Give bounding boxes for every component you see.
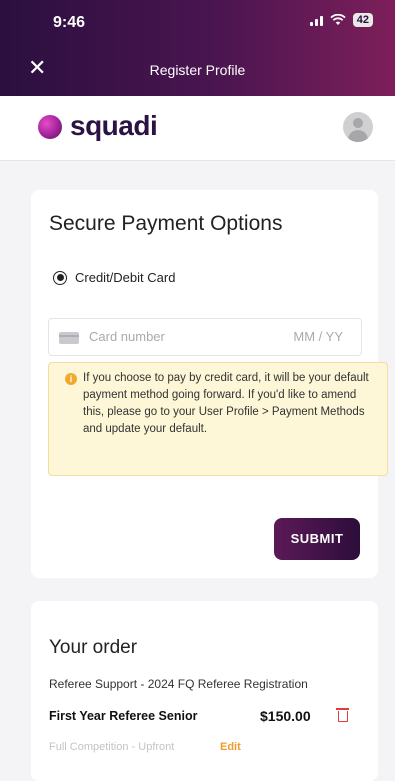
status-icons: 42 xyxy=(309,13,373,27)
notice-text: If you choose to pay by credit card, it … xyxy=(83,372,369,435)
card-number-input[interactable]: Card number MM / YY xyxy=(48,318,362,356)
squadi-logo-icon xyxy=(38,115,62,139)
order-item-price: $150.00 xyxy=(260,708,311,724)
order-item-name: First Year Referee Senior xyxy=(49,709,198,723)
order-description: Referee Support - 2024 FQ Referee Regist… xyxy=(49,677,308,691)
submit-button[interactable]: SUBMIT xyxy=(274,518,360,560)
payment-options-card: Secure Payment Options Credit/Debit Card… xyxy=(31,190,388,578)
brand-bar: squadi xyxy=(0,96,395,161)
edit-link[interactable]: Edit xyxy=(220,741,241,753)
order-summary-card: Your order Referee Support - 2024 FQ Ref… xyxy=(31,601,378,781)
order-title: Your order xyxy=(49,637,138,658)
app-header: 9:46 42 ✕ Register Profile xyxy=(0,0,395,96)
payment-option-label: Credit/Debit Card xyxy=(75,270,176,285)
card-number-placeholder: Card number xyxy=(89,329,165,344)
expiry-input[interactable]: MM / YY xyxy=(293,329,343,344)
credit-card-icon xyxy=(59,332,79,344)
payment-title: Secure Payment Options xyxy=(49,212,283,235)
user-avatar-icon[interactable] xyxy=(343,112,373,142)
info-icon: i xyxy=(65,373,77,385)
payment-notice: i If you choose to pay by credit card, i… xyxy=(48,362,388,476)
status-time: 9:46 xyxy=(53,14,86,31)
wifi-icon xyxy=(330,14,346,25)
card-payment-option[interactable]: Credit/Debit Card xyxy=(53,270,175,285)
page-title: Register Profile xyxy=(149,62,246,78)
trash-icon[interactable] xyxy=(336,708,349,722)
order-payment-type: Full Competition - Upfront xyxy=(49,741,175,753)
radio-selected-icon[interactable] xyxy=(53,270,67,285)
battery-icon: 42 xyxy=(352,13,373,27)
cellular-signal-icon xyxy=(309,14,323,26)
brand-name: squadi xyxy=(70,110,158,141)
